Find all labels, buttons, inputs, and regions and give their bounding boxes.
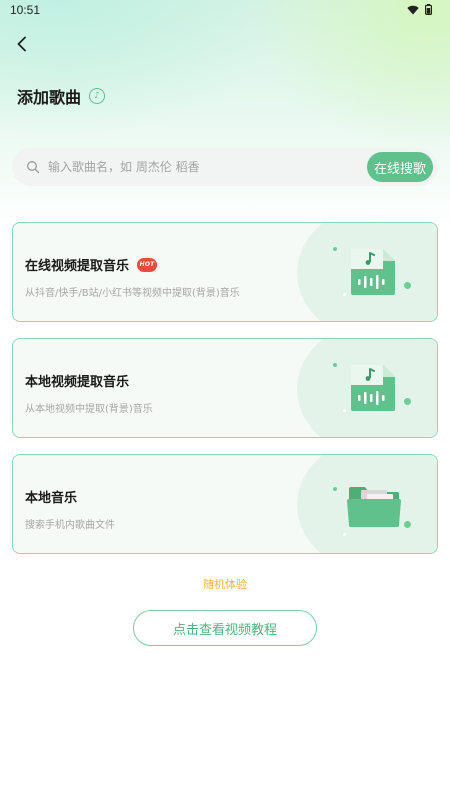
hot-badge: HOT: [137, 257, 158, 272]
decor-dot: [404, 398, 411, 405]
search-input[interactable]: [48, 160, 348, 174]
decor-dot: [404, 521, 411, 528]
card-local-music[interactable]: 本地音乐 搜索手机内歌曲文件: [12, 454, 438, 554]
card-title: 在线视频提取音乐 HOT: [25, 255, 158, 274]
card-local-video-extract[interactable]: 本地视频提取音乐 从本地视频中提取(背景)音乐: [12, 338, 438, 438]
decor-dot: [404, 282, 411, 289]
online-search-button[interactable]: 在线搜歌: [367, 152, 433, 182]
music-file-icon: [351, 365, 395, 411]
card-title-text: 本地视频提取音乐: [25, 375, 130, 390]
folder-illustration: [333, 475, 415, 536]
folder-icon: [347, 487, 401, 527]
music-file-icon: [351, 249, 395, 295]
decor-dot: [343, 293, 346, 296]
status-time: 10:51: [10, 3, 41, 17]
card-subtitle: 搜索手机内歌曲文件: [25, 520, 115, 531]
music-note-icon: ♪: [89, 88, 106, 104]
decor-dot: [333, 247, 337, 251]
page-title: 添加歌曲: [17, 88, 82, 107]
header-background: [0, 0, 450, 230]
status-icons: [407, 4, 432, 15]
card-subtitle: 从抖音/快手/B站/小红书等视频中提取(背景)音乐: [25, 288, 240, 299]
decor-dot: [333, 487, 337, 491]
video-tutorial-button[interactable]: 点击查看视频教程: [133, 610, 317, 646]
search-bar: 在线搜歌: [12, 148, 438, 186]
back-button[interactable]: [10, 32, 34, 56]
decor-dot: [343, 409, 346, 412]
search-icon: [27, 161, 40, 174]
card-title: 本地视频提取音乐: [25, 371, 129, 390]
card-title-text: 在线视频提取音乐: [25, 259, 130, 274]
battery-icon: [425, 4, 432, 15]
card-title: 本地音乐: [25, 487, 77, 506]
card-title-text: 本地音乐: [25, 491, 78, 506]
wifi-icon: [407, 5, 419, 14]
decor-dot: [343, 533, 346, 536]
page-header: 添加歌曲 ♪: [17, 84, 106, 108]
card-online-video-extract[interactable]: 在线视频提取音乐 HOT 从抖音/快手/B站/小红书等视频中提取(背景)音乐: [12, 222, 438, 322]
music-file-illustration: [333, 359, 415, 419]
music-file-illustration: [333, 243, 415, 303]
random-experience-link[interactable]: 随机体验: [0, 576, 450, 592]
chevron-left-icon: [17, 36, 26, 52]
decor-dot: [333, 363, 337, 367]
card-subtitle: 从本地视频中提取(背景)音乐: [25, 404, 153, 415]
